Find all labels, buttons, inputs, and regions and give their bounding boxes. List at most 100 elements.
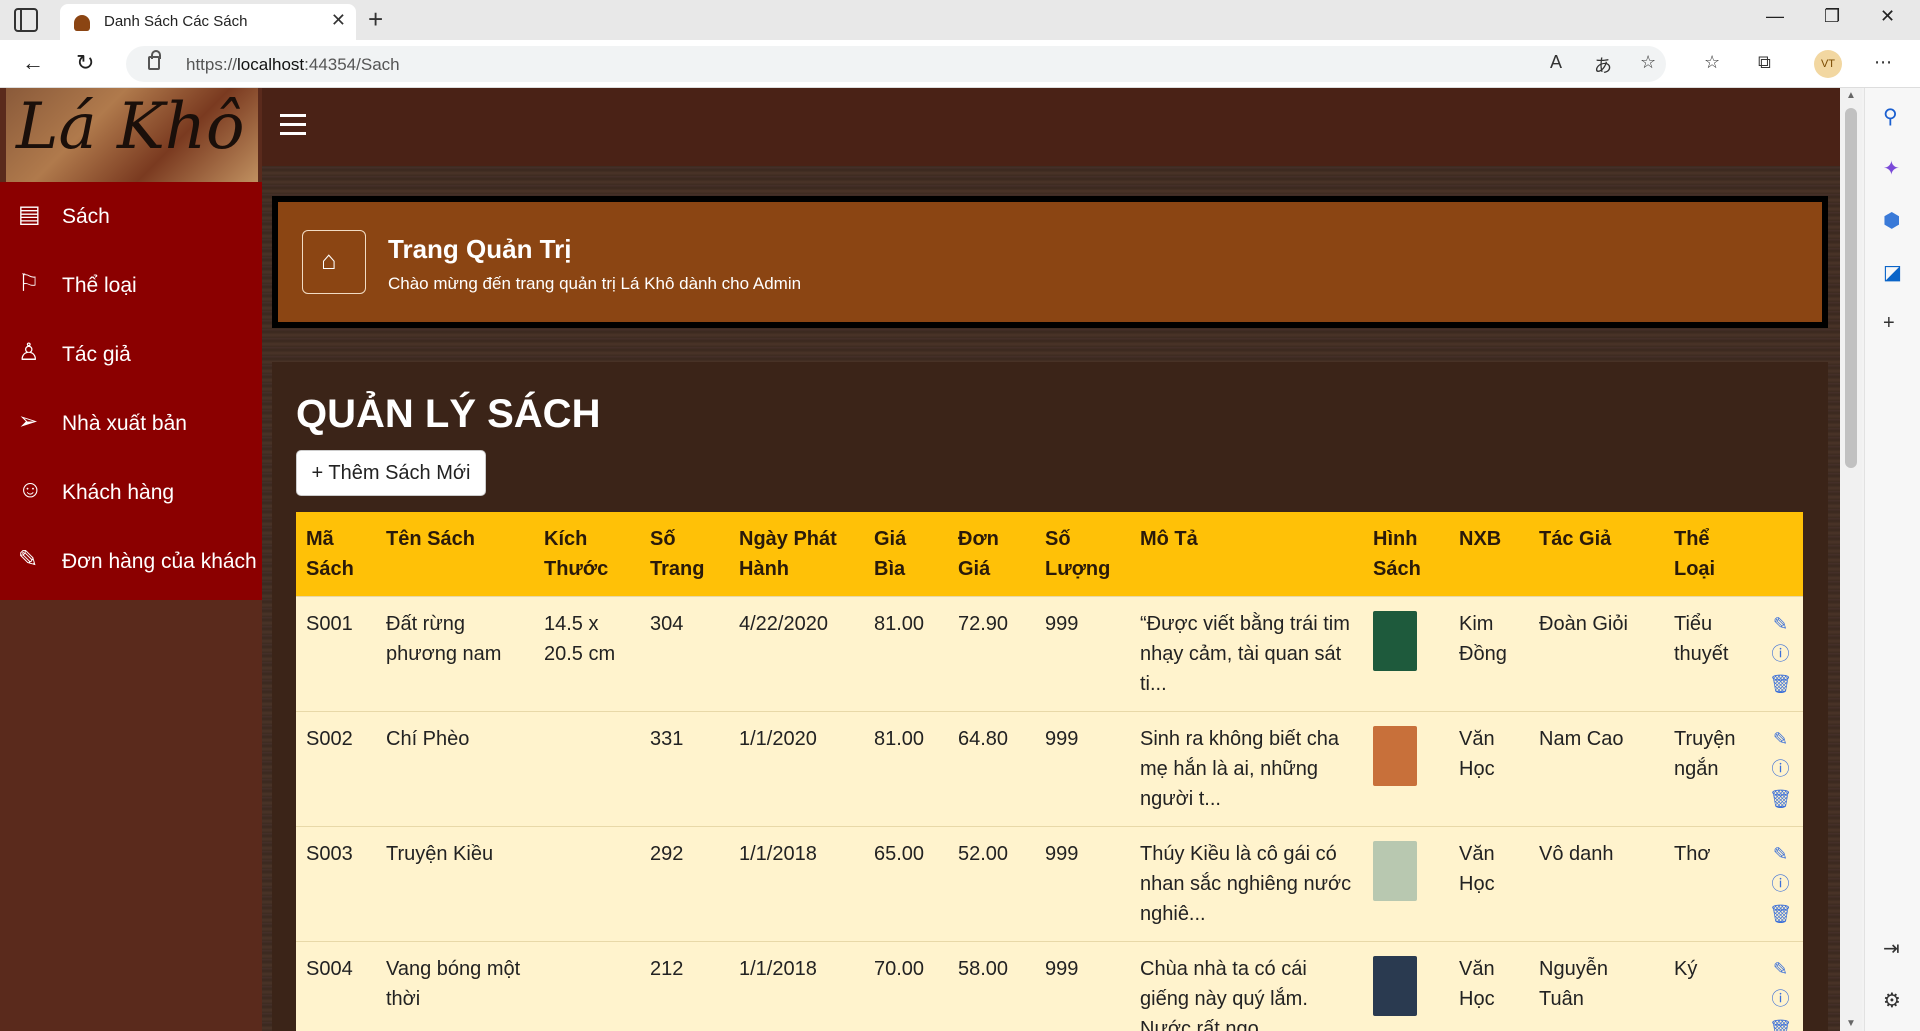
- cell-kich-thuoc: 14.5 x 20.5 cm: [534, 596, 640, 712]
- hide-sidebar-icon[interactable]: ⇥: [1883, 936, 1900, 961]
- sidebar: Lá Khô ▤ Sách ⚐ Thể loại ♙ Tác giả ➢ Nhà…: [0, 88, 262, 1031]
- banner-subtitle: Chào mừng đến trang quản trị Lá Khô dành…: [388, 274, 802, 293]
- shopping-icon[interactable]: ⬢: [1883, 208, 1900, 233]
- sidebar-item-label: Đơn hàng của khách: [62, 550, 257, 573]
- cell-so-luong: 999: [1035, 826, 1130, 942]
- hamburger-menu-icon[interactable]: [280, 114, 306, 136]
- delete-trash-icon[interactable]: 🗑: [1768, 899, 1793, 929]
- info-icon[interactable]: ⓘ: [1768, 869, 1793, 899]
- sidebar-item-the-loai[interactable]: ⚐ Thể loại: [0, 251, 262, 320]
- cell-the-loai: Truyện ngắn: [1664, 711, 1758, 827]
- column-header: Hình Sách: [1363, 512, 1449, 597]
- read-aloud-icon[interactable]: A: [1550, 52, 1562, 73]
- favorites-icon[interactable]: ☆: [1704, 52, 1720, 73]
- url-field[interactable]: https://localhost:44354/Sach: [126, 46, 1666, 82]
- more-options-icon[interactable]: ⋯: [1874, 52, 1892, 73]
- cell-tac-gia: Vô danh: [1529, 826, 1664, 942]
- add-book-button[interactable]: + Thêm Sách Mới: [296, 450, 486, 496]
- column-header: Mô Tả: [1130, 512, 1363, 597]
- sidebar-item-khach-hang[interactable]: ☺ Khách hàng: [0, 458, 262, 527]
- info-icon[interactable]: ⓘ: [1768, 754, 1793, 784]
- cell-so-luong: 999: [1035, 941, 1130, 1031]
- add-favorite-icon[interactable]: ☆: [1640, 52, 1656, 73]
- restore-icon[interactable]: ❐: [1824, 6, 1840, 27]
- cell-the-loai: Tiểu thuyết: [1664, 596, 1758, 712]
- column-header: Ngày Phát Hành: [729, 512, 864, 597]
- table-row: S003 Truyện Kiều 292 1/1/2018 65.00 52.0…: [296, 826, 1803, 942]
- cell-don-gia: 64.80: [948, 711, 1035, 827]
- refresh-icon[interactable]: ↻: [76, 50, 94, 76]
- delete-trash-icon[interactable]: 🗑: [1768, 784, 1793, 814]
- column-header: Mã Sách: [296, 512, 376, 597]
- cell-so-trang: 331: [640, 711, 729, 827]
- scroll-down-icon[interactable]: ▼: [1846, 1018, 1856, 1029]
- logo[interactable]: Lá Khô: [6, 88, 258, 182]
- cell-nxb: Văn Học: [1449, 826, 1529, 942]
- cell-mo-ta: Sinh ra không biết cha mẹ hắn là ai, nhữ…: [1130, 711, 1363, 827]
- cell-gia-bia: 65.00: [864, 826, 948, 942]
- cell-ten-sach: Đất rừng phương nam: [376, 596, 534, 712]
- address-bar: ← ↻ https://localhost:44354/Sach A あ ☆ ☆…: [0, 40, 1920, 88]
- cell-the-loai: Ký: [1664, 941, 1758, 1031]
- cell-hinh-sach: [1363, 826, 1449, 942]
- cell-actions: ✎ ⓘ 🗑: [1758, 711, 1803, 827]
- table-row: S001 Đất rừng phương nam 14.5 x 20.5 cm …: [296, 596, 1803, 712]
- cell-so-luong: 999: [1035, 596, 1130, 712]
- sidebar-item-sach[interactable]: ▤ Sách: [0, 182, 262, 251]
- column-header: Giá Bìa: [864, 512, 948, 597]
- cell-nxb: Văn Học: [1449, 711, 1529, 827]
- cell-actions: ✎ ⓘ 🗑: [1758, 826, 1803, 942]
- edit-pencil-icon[interactable]: ✎: [1768, 954, 1793, 984]
- copilot-icon[interactable]: ✦: [1883, 156, 1900, 181]
- cell-ngay-phat-hanh: 4/22/2020: [729, 596, 864, 712]
- profile-avatar[interactable]: VT: [1814, 50, 1842, 78]
- sidebar-menu: ▤ Sách ⚐ Thể loại ♙ Tác giả ➢ Nhà xuất b…: [0, 182, 262, 600]
- url-text: https://localhost:44354/Sach: [186, 55, 400, 74]
- edit-pencil-icon[interactable]: ✎: [1768, 839, 1793, 869]
- add-sidebar-app-icon[interactable]: +: [1883, 312, 1895, 335]
- translate-icon[interactable]: あ: [1594, 52, 1612, 78]
- lock-icon[interactable]: [148, 50, 161, 70]
- delete-trash-icon[interactable]: 🗑: [1768, 1014, 1793, 1031]
- sidebar-item-tac-gia[interactable]: ♙ Tác giả: [0, 320, 262, 389]
- search-icon[interactable]: ⚲: [1883, 104, 1898, 129]
- settings-gear-icon[interactable]: ⚙: [1883, 988, 1901, 1013]
- content-area: ⌂ Trang Quản Trị Chào mừng đến trang quả…: [262, 166, 1840, 1031]
- back-icon[interactable]: ←: [22, 50, 44, 76]
- books-table: Mã Sách Tên Sách Kích Thước Số Trang Ngà…: [296, 512, 1803, 1031]
- scroll-up-icon[interactable]: ▲: [1846, 90, 1856, 101]
- minimize-icon[interactable]: —: [1766, 6, 1784, 27]
- person-icon: ♙: [18, 339, 40, 366]
- home-button[interactable]: ⌂: [302, 230, 366, 294]
- close-tab-icon[interactable]: ✕: [331, 10, 346, 31]
- delete-trash-icon[interactable]: 🗑: [1768, 669, 1793, 699]
- tab-actions-icon[interactable]: [14, 8, 38, 32]
- column-header: Tên Sách: [376, 512, 534, 597]
- cell-kich-thuoc: [534, 711, 640, 827]
- page-title: QUẢN LÝ SÁCH: [296, 392, 601, 436]
- sidebar-item-nha-xuat-ban[interactable]: ➢ Nhà xuất bản: [0, 389, 262, 458]
- cell-so-trang: 212: [640, 941, 729, 1031]
- cell-so-trang: 292: [640, 826, 729, 942]
- cell-kich-thuoc: [534, 826, 640, 942]
- browser-tab[interactable]: Danh Sách Các Sách ✕: [60, 4, 356, 40]
- cell-tac-gia: Nguyễn Tuân: [1529, 941, 1664, 1031]
- info-icon[interactable]: ⓘ: [1768, 639, 1793, 669]
- cell-hinh-sach: [1363, 711, 1449, 827]
- top-bar: [262, 88, 1840, 166]
- edit-pencil-icon[interactable]: ✎: [1768, 724, 1793, 754]
- cell-ten-sach: Chí Phèo: [376, 711, 534, 827]
- collections-icon[interactable]: ⧉: [1758, 52, 1771, 73]
- scrollbar-thumb[interactable]: [1845, 108, 1857, 468]
- info-icon[interactable]: ⓘ: [1768, 984, 1793, 1014]
- sidebar-item-don-hang[interactable]: ✎ Đơn hàng của khách: [0, 527, 262, 596]
- cell-actions: ✎ ⓘ 🗑: [1758, 941, 1803, 1031]
- new-tab-icon[interactable]: +: [368, 4, 383, 35]
- book-management-panel: QUẢN LÝ SÁCH + Thêm Sách Mới Mã Sách Tên…: [272, 362, 1828, 1031]
- cell-mo-ta: Thúy Kiều là cô gái có nhan sắc nghiêng …: [1130, 826, 1363, 942]
- outlook-icon[interactable]: ◪: [1883, 260, 1902, 285]
- page-scrollbar[interactable]: ▲ ▼: [1840, 88, 1862, 1031]
- edit-pencil-icon[interactable]: ✎: [1768, 609, 1793, 639]
- close-window-icon[interactable]: ✕: [1880, 6, 1895, 27]
- column-header: Tác Giả: [1529, 512, 1664, 597]
